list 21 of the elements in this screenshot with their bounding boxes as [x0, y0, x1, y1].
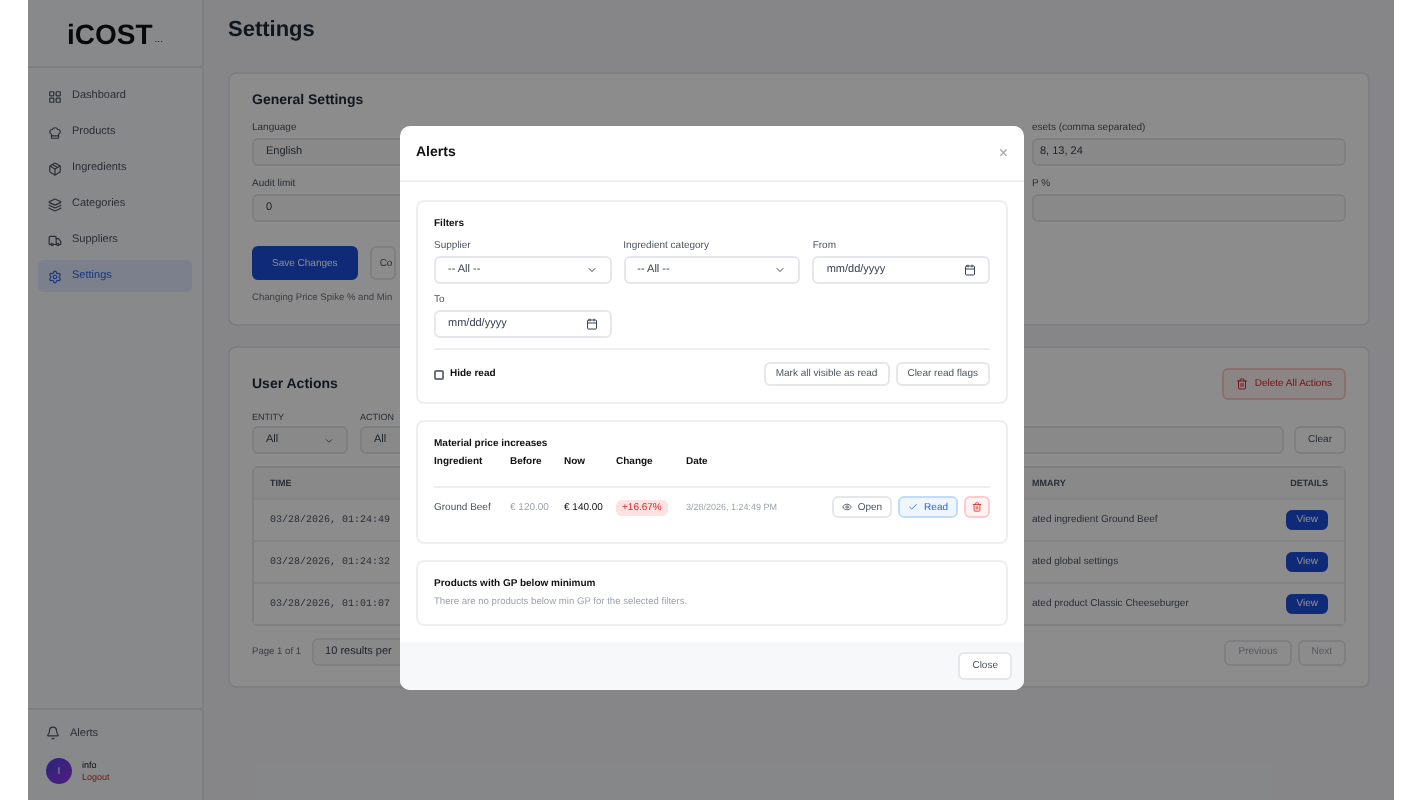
delete-button[interactable] [964, 496, 990, 518]
logo: iCOST [67, 17, 153, 49]
check-icon [908, 502, 919, 512]
chevron-icon [774, 264, 787, 276]
truck-icon [48, 233, 62, 247]
layers-icon [48, 197, 62, 211]
chef-hat-icon [48, 125, 62, 139]
close-icon[interactable]: × [998, 144, 1008, 162]
settings-icon [48, 269, 62, 283]
bell-icon [46, 726, 60, 740]
trash-icon [1236, 378, 1249, 390]
box-icon [48, 161, 62, 175]
calendar-icon [963, 264, 976, 276]
grid-icon [48, 89, 62, 103]
chevron-icon [585, 264, 598, 276]
eye-icon [841, 502, 852, 512]
page-title: Settings [228, 18, 317, 46]
chevron-icon [324, 435, 334, 445]
checkbox[interactable] [434, 369, 444, 379]
calendar-icon [585, 318, 598, 330]
trash-icon [972, 502, 982, 512]
